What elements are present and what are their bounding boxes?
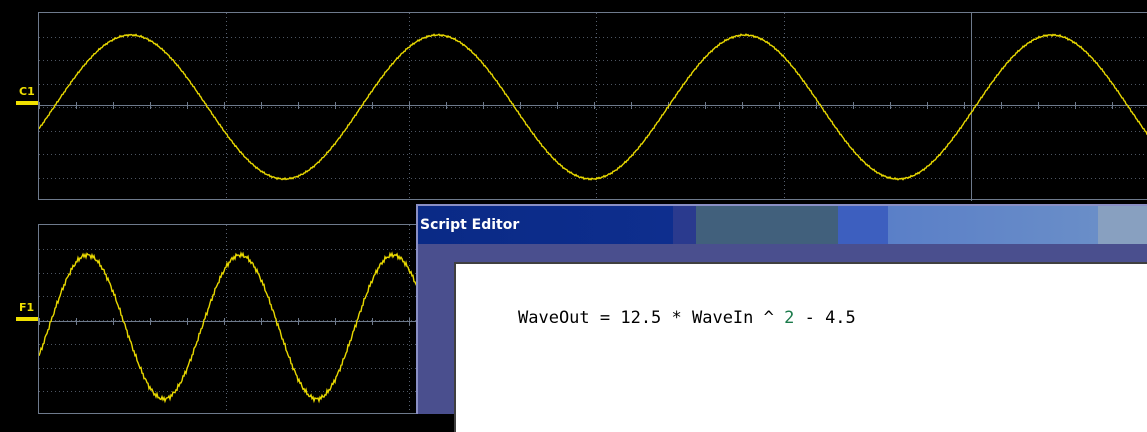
code-token-number: 2: [784, 308, 795, 328]
script-editor-titlebar[interactable]: Script Editor: [418, 206, 1147, 244]
script-editor-window[interactable]: Script Editor WaveOut = 12.5 * WaveIn ^ …: [416, 204, 1147, 432]
script-editor-code-area[interactable]: WaveOut = 12.5 * WaveIn ^ 2 - 4.5: [454, 262, 1147, 432]
code-line[interactable]: WaveOut = 12.5 * WaveIn ^ 2 - 4.5: [518, 308, 856, 328]
channel-c1-waveform: [39, 33, 1147, 181]
channel-c1-label: C1: [19, 85, 35, 98]
channel-c1-offset-marker[interactable]: [16, 101, 38, 105]
channel-c1-trace-area: [39, 13, 1147, 201]
code-token-tail: - 4.5: [794, 308, 856, 328]
channel-f1-label: F1: [19, 301, 35, 314]
script-editor-title: Script Editor: [420, 217, 520, 233]
channel-f1-offset-marker[interactable]: [16, 317, 38, 321]
code-token-expression: WaveOut = 12.5 * WaveIn ^: [518, 308, 785, 328]
channel-c1-grid[interactable]: [38, 12, 1147, 201]
